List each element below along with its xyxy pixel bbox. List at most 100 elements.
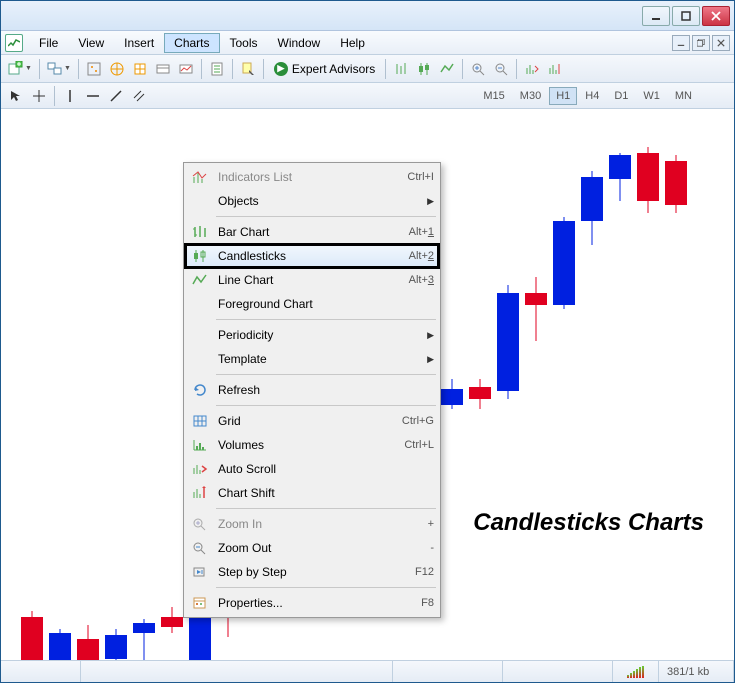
menu-item-properties[interactable]: Properties...F8 bbox=[186, 591, 438, 615]
data-window-button[interactable] bbox=[129, 58, 151, 80]
menu-item-foreground-chart[interactable]: Foreground Chart bbox=[186, 292, 438, 316]
menu-insert[interactable]: Insert bbox=[114, 33, 164, 53]
menu-item-label: Step by Step bbox=[218, 565, 415, 579]
timeframe-h4[interactable]: H4 bbox=[578, 87, 606, 105]
menu-separator bbox=[216, 587, 436, 588]
new-chart-button[interactable]: ▼ bbox=[5, 58, 35, 80]
menu-separator bbox=[216, 405, 436, 406]
market-watch-button[interactable] bbox=[83, 58, 105, 80]
menu-item-shortcut: F12 bbox=[415, 566, 434, 578]
menu-charts[interactable]: Charts bbox=[164, 33, 219, 53]
strategy-tester-button[interactable] bbox=[175, 58, 197, 80]
menu-window[interactable]: Window bbox=[268, 33, 331, 53]
menu-item-template[interactable]: Template▶ bbox=[186, 347, 438, 371]
line-chart-button[interactable] bbox=[436, 58, 458, 80]
menu-item-zoom-in: Zoom In+ bbox=[186, 512, 438, 536]
expert-advisors-button[interactable]: ▶ Expert Advisors bbox=[268, 58, 381, 80]
menu-item-label: Grid bbox=[218, 414, 402, 428]
horizontal-line-button[interactable] bbox=[82, 85, 104, 107]
blank-icon bbox=[188, 325, 212, 345]
menu-separator bbox=[216, 374, 436, 375]
chart-shift-button[interactable] bbox=[544, 58, 566, 80]
menu-tools[interactable]: Tools bbox=[220, 33, 268, 53]
menu-item-shortcut: + bbox=[428, 518, 434, 530]
zoom-out-button[interactable] bbox=[490, 58, 512, 80]
expert-advisors-icon: ▶ bbox=[274, 62, 288, 76]
auto-scroll-button[interactable] bbox=[521, 58, 543, 80]
menu-item-label: Line Chart bbox=[218, 273, 409, 287]
menu-view[interactable]: View bbox=[68, 33, 114, 53]
menu-separator bbox=[216, 319, 436, 320]
zoomout-icon bbox=[188, 538, 212, 558]
mdi-restore-button[interactable] bbox=[692, 35, 710, 51]
menu-item-refresh[interactable]: Refresh bbox=[186, 378, 438, 402]
menu-item-objects[interactable]: Objects▶ bbox=[186, 189, 438, 213]
menu-item-line-chart[interactable]: Line ChartAlt+3 bbox=[186, 268, 438, 292]
menu-item-label: Auto Scroll bbox=[218, 462, 434, 476]
menu-item-label: Candlesticks bbox=[218, 249, 409, 263]
menu-item-volumes[interactable]: VolumesCtrl+L bbox=[186, 433, 438, 457]
terminal-button[interactable] bbox=[152, 58, 174, 80]
timeframe-d1[interactable]: D1 bbox=[607, 87, 635, 105]
profiles-button[interactable]: ▼ bbox=[44, 58, 74, 80]
vertical-line-button[interactable] bbox=[59, 85, 81, 107]
new-order-button[interactable] bbox=[206, 58, 228, 80]
menu-item-step-by-step[interactable]: Step by StepF12 bbox=[186, 560, 438, 584]
candle bbox=[609, 109, 631, 660]
blank-icon bbox=[188, 294, 212, 314]
menu-item-bar-chart[interactable]: Bar ChartAlt+1 bbox=[186, 220, 438, 244]
blank-icon bbox=[188, 191, 212, 211]
mdi-close-button[interactable] bbox=[712, 35, 730, 51]
candle bbox=[77, 109, 99, 660]
candle bbox=[161, 109, 183, 660]
navigator-button[interactable] bbox=[106, 58, 128, 80]
candle bbox=[665, 109, 687, 660]
menu-item-label: Indicators List bbox=[218, 170, 407, 184]
menu-item-periodicity[interactable]: Periodicity▶ bbox=[186, 323, 438, 347]
menu-item-grid[interactable]: GridCtrl+G bbox=[186, 409, 438, 433]
timeframe-m15[interactable]: M15 bbox=[476, 87, 511, 105]
cursor-button[interactable] bbox=[5, 85, 27, 107]
chart-area[interactable]: Candlesticks Charts Indicators ListCtrl+… bbox=[1, 109, 734, 660]
metaeditor-button[interactable] bbox=[237, 58, 259, 80]
candle bbox=[553, 109, 575, 660]
bar-chart-button[interactable] bbox=[390, 58, 412, 80]
menu-separator bbox=[216, 216, 436, 217]
menu-file[interactable]: File bbox=[29, 33, 68, 53]
trendline-button[interactable] bbox=[105, 85, 127, 107]
traffic-label: 381/1 kb bbox=[659, 661, 734, 682]
blank-icon bbox=[188, 349, 212, 369]
main-toolbar: ▼ ▼ ▶ Expert Advisors bbox=[1, 55, 734, 83]
step-icon bbox=[188, 562, 212, 582]
channel-button[interactable] bbox=[128, 85, 150, 107]
window-close-button[interactable] bbox=[702, 6, 730, 26]
window-minimize-button[interactable] bbox=[642, 6, 670, 26]
line-icon bbox=[188, 270, 212, 290]
timeframe-h1[interactable]: H1 bbox=[549, 87, 577, 105]
menu-item-candlesticks[interactable]: CandlesticksAlt+2 bbox=[186, 244, 438, 268]
candlesticks-button[interactable] bbox=[413, 58, 435, 80]
menu-item-shortcut: Alt+1 bbox=[409, 226, 434, 238]
menu-item-shortcut: Ctrl+I bbox=[407, 171, 434, 183]
menu-item-chart-shift[interactable]: Chart Shift bbox=[186, 481, 438, 505]
timeframe-mn[interactable]: MN bbox=[668, 87, 699, 105]
zoom-in-button[interactable] bbox=[467, 58, 489, 80]
timeframe-m30[interactable]: M30 bbox=[513, 87, 548, 105]
mdi-minimize-button[interactable] bbox=[672, 35, 690, 51]
app-icon bbox=[5, 34, 23, 52]
chartshift-icon bbox=[188, 483, 212, 503]
volumes-icon bbox=[188, 435, 212, 455]
crosshair-button[interactable] bbox=[28, 85, 50, 107]
menu-item-label: Template bbox=[218, 352, 424, 366]
candle bbox=[133, 109, 155, 660]
signal-icon bbox=[621, 666, 650, 678]
menu-help[interactable]: Help bbox=[330, 33, 375, 53]
candle bbox=[441, 109, 463, 660]
window-maximize-button[interactable] bbox=[672, 6, 700, 26]
submenu-arrow-icon: ▶ bbox=[424, 354, 434, 365]
menu-item-label: Foreground Chart bbox=[218, 297, 434, 311]
menu-item-auto-scroll[interactable]: Auto Scroll bbox=[186, 457, 438, 481]
menu-item-label: Objects bbox=[218, 194, 424, 208]
timeframe-w1[interactable]: W1 bbox=[636, 87, 667, 105]
menu-item-zoom-out[interactable]: Zoom Out- bbox=[186, 536, 438, 560]
